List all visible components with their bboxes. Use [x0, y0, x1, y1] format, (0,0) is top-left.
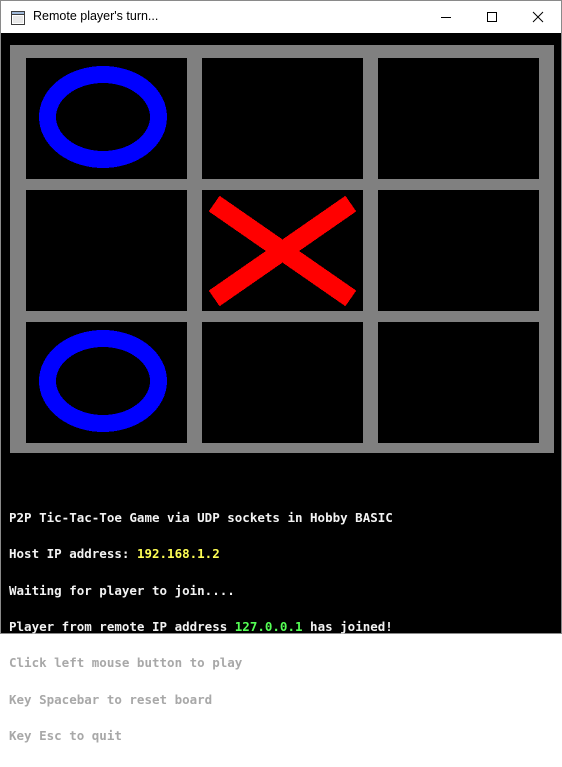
board-cell[interactable]: [378, 322, 539, 443]
board-cell[interactable]: [378, 58, 539, 179]
hint-reset-line: Key Spacebar to reset board: [9, 691, 213, 707]
tic-tac-toe-board[interactable]: [10, 45, 554, 453]
board-cell[interactable]: [26, 58, 187, 179]
hint-click-line: Click left mouse button to play: [9, 655, 243, 671]
minimize-button[interactable]: [423, 1, 469, 33]
hint-quit-line: Key Esc to quit: [9, 727, 122, 743]
console-remote-line: Player from remote IP address 127.0.0.1 …: [9, 619, 393, 635]
game-window: Remote player's turn... P2P Tic-Tac-Toe …: [0, 0, 562, 742]
host-ip-value: 192.168.1.2: [136, 546, 220, 562]
remote-ip-value: 127.0.0.1: [234, 619, 303, 635]
minimize-icon: [441, 17, 451, 18]
console-title-line: P2P Tic-Tac-Toe Game via UDP sockets in …: [9, 510, 393, 526]
remote-ip-suffix: has joined!: [302, 619, 393, 635]
app-window-icon: [11, 10, 25, 25]
remote-ip-prefix: Player from remote IP address: [9, 619, 235, 635]
console-host-line: Host IP address: 192.168.1.2: [9, 546, 393, 562]
board-cell[interactable]: [26, 322, 187, 443]
window-title: Remote player's turn...: [33, 9, 159, 23]
game-client-area[interactable]: P2P Tic-Tac-Toe Game via UDP sockets in …: [1, 33, 561, 742]
board-cell[interactable]: [378, 190, 539, 311]
board-cell[interactable]: [202, 58, 363, 179]
board-cell[interactable]: [202, 322, 363, 443]
host-ip-label: Host IP address:: [9, 546, 137, 562]
board-cell[interactable]: [26, 190, 187, 311]
title-bar[interactable]: Remote player's turn...: [1, 1, 561, 33]
maximize-button[interactable]: [469, 1, 515, 33]
o-mark-icon: [39, 66, 167, 168]
console-output: P2P Tic-Tac-Toe Game via UDP sockets in …: [9, 488, 393, 766]
console-waiting-line: Waiting for player to join....: [9, 582, 235, 598]
maximize-icon: [487, 12, 497, 22]
o-mark-icon: [39, 330, 167, 432]
close-button[interactable]: [515, 1, 561, 33]
board-cell[interactable]: [202, 190, 363, 311]
x-mark-icon: [208, 195, 357, 307]
close-icon: [532, 11, 544, 23]
